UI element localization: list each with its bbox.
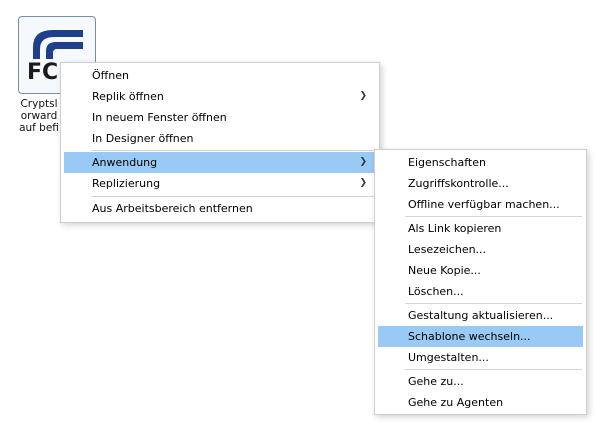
submenu-item-new-copy[interactable]: Neue Kopie...: [378, 260, 583, 281]
submenu-item-restructure[interactable]: Umgestalten...: [378, 347, 583, 368]
application-submenu: Eigenschaften Zugriffskontrolle... Offli…: [374, 149, 587, 415]
submenu-item-delete[interactable]: Löschen...: [378, 281, 583, 302]
menu-separator: [91, 150, 375, 151]
submenu-item-copy-as-link[interactable]: Als Link kopieren: [378, 218, 583, 239]
submenu-item-go-to[interactable]: Gehe zu...: [378, 371, 583, 392]
chevron-right-icon: ❯: [359, 91, 367, 101]
menu-item-remove-from-workspace[interactable]: Aus Arbeitsbereich entfernen: [64, 198, 376, 219]
menu-separator: [91, 196, 375, 197]
menu-item-open-replica[interactable]: Replik öffnen ❯: [64, 86, 376, 107]
menu-separator: [405, 216, 582, 217]
chevron-right-icon: ❯: [359, 178, 367, 188]
submenu-item-access-control[interactable]: Zugriffskontrolle...: [378, 173, 583, 194]
menu-item-open[interactable]: Öffnen: [64, 65, 376, 86]
chevron-right-icon: ❯: [359, 157, 367, 167]
menu-item-open-new-window[interactable]: In neuem Fenster öffnen: [64, 107, 376, 128]
menu-item-application[interactable]: Anwendung ❯: [64, 152, 376, 173]
submenu-item-replace-template[interactable]: Schablone wechseln...: [378, 326, 583, 347]
context-menu: Öffnen Replik öffnen ❯ In neuem Fenster …: [60, 62, 380, 223]
logo-text: FC: [27, 60, 58, 85]
menu-item-replication[interactable]: Replizierung ❯: [64, 173, 376, 194]
submenu-item-go-to-agents[interactable]: Gehe zu Agenten: [378, 392, 583, 413]
menu-item-open-in-designer[interactable]: In Designer öffnen: [64, 128, 376, 149]
submenu-item-properties[interactable]: Eigenschaften: [378, 152, 583, 173]
submenu-item-make-offline[interactable]: Offline verfügbar machen...: [378, 194, 583, 215]
menu-separator: [405, 369, 582, 370]
menu-separator: [405, 303, 582, 304]
submenu-item-bookmark[interactable]: Lesezeichen...: [378, 239, 583, 260]
submenu-item-refresh-design[interactable]: Gestaltung aktualisieren...: [378, 305, 583, 326]
